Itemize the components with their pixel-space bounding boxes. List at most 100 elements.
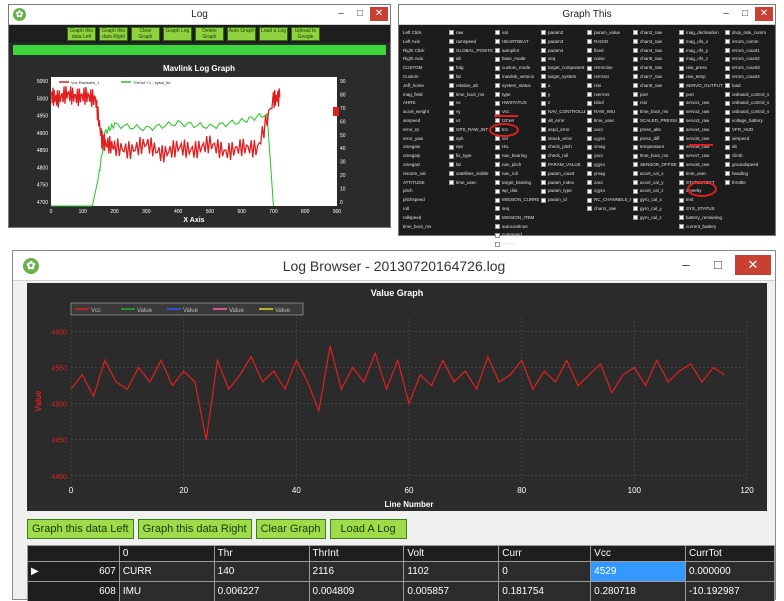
graph-field-checkbox[interactable]: param_id [541,196,585,204]
checkbox-icon[interactable] [449,74,454,79]
graph-field-checkbox[interactable]: nav_pitch [495,161,539,169]
checkbox-icon[interactable] [679,224,684,229]
log-toolbar-button[interactable]: Graph this data Left [67,27,96,41]
graph-field-checkbox[interactable]: vx [449,99,493,107]
checkbox-icon[interactable] [587,127,592,132]
checkbox-icon[interactable] [541,30,546,35]
graph-field-checkbox[interactable]: gyro_cal_x [633,196,677,204]
checkbox-icon[interactable] [541,110,546,115]
graph-field-checkbox[interactable]: rxerrors [587,91,631,99]
checkbox-icon[interactable] [679,57,684,62]
graph-field-checkbox[interactable]: param2 [541,29,585,37]
table-row[interactable]: ▶607 CURR 140 2116 1102 0 4529 0.000000 [28,562,775,582]
checkbox-icon[interactable] [633,30,638,35]
graph-field-checkbox[interactable]: xacc [587,126,631,134]
graph-field-checkbox[interactable]: HEARTBEAT [495,38,539,46]
table-cell[interactable]: 0.005857 [404,582,499,601]
graph-field-checkbox[interactable]: NAV_CONTROLLER_OUTPUT [541,108,585,116]
checkbox-icon[interactable] [449,92,454,97]
graph-field-checkbox[interactable]: nav_roll [495,170,539,178]
graph-field-checkbox[interactable]: xmag [587,143,631,151]
graph-field-checkbox[interactable]: servo4_raw [679,126,723,134]
checkbox-icon[interactable] [633,171,638,176]
graph-field-checkbox[interactable]: mag_ofs_z [679,55,723,63]
log-data-table[interactable]: 0 Thr ThrInt Volt Curr Vcc CurrTot ▶607 … [27,545,775,601]
checkbox-icon[interactable] [679,189,684,194]
checkbox-icon[interactable] [633,83,638,88]
graph-field-checkbox[interactable]: accel_cal_x [633,170,677,178]
checkbox-icon[interactable] [725,118,730,123]
table-cell[interactable]: 0.280718 [591,582,686,601]
checkbox-icon[interactable] [633,145,638,150]
minimize-icon[interactable]: – [671,255,701,275]
checkbox-icon[interactable] [679,136,684,141]
graph-field-checkbox[interactable]: SCALED_PRESSURE [633,117,677,125]
checkbox-icon[interactable] [633,57,638,62]
table-cell[interactable]: 2116 [309,562,404,582]
graph-field-checkbox[interactable]: HWSTATUS [495,99,539,107]
checkbox-icon[interactable] [679,48,684,53]
graph-field-checkbox[interactable]: command [495,231,539,239]
table-row-number[interactable]: ▶607 [28,562,120,582]
checkbox-icon[interactable] [495,74,500,79]
checkbox-icon[interactable] [541,198,546,203]
graph-field-checkbox[interactable]: target_bearing [495,179,539,187]
graph-field-checkbox[interactable]: errors_count1 [725,47,769,55]
checkbox-icon[interactable] [541,39,546,44]
checkbox-icon[interactable] [633,127,638,132]
checkbox-icon[interactable] [449,180,454,185]
table-header[interactable]: Thr [214,546,309,562]
graph-field-checkbox[interactable]: throttle [725,179,769,187]
graph-field-checkbox[interactable]: VFR_HUD [725,126,769,134]
checkbox-icon[interactable] [725,83,730,88]
graph-field-checkbox[interactable]: custom_mode [495,64,539,72]
graph-field-checkbox[interactable]: lat [449,161,493,169]
table-cell[interactable]: IMU [119,582,214,601]
table-header[interactable] [28,546,120,562]
graph-field-checkbox[interactable]: mag_ofs_y [679,47,723,55]
checkbox-icon[interactable] [495,92,500,97]
checkbox-icon[interactable] [541,118,546,123]
checkbox-icon[interactable] [541,189,546,194]
mavlink-log-graph[interactable]: Mavlink Log Graph Vcc Randaim_1ThrOut +1… [13,59,386,225]
checkbox-icon[interactable] [725,145,730,150]
graph-field-checkbox[interactable]: base_mode [495,55,539,63]
checkbox-icon[interactable] [587,83,592,88]
graph-field-checkbox[interactable]: GPS_RAW_INT [449,126,493,134]
checkbox-icon[interactable] [541,127,546,132]
graph-field-checkbox[interactable]: RADIO [587,38,631,46]
graph-field-checkbox[interactable]: raw_press [679,64,723,72]
graph-field-checkbox[interactable]: type [495,91,539,99]
checkbox-icon[interactable] [587,118,592,123]
graph-field-checkbox[interactable]: drop_rate_comm [725,29,769,37]
checkbox-icon[interactable] [449,171,454,176]
checkbox-icon[interactable] [725,162,730,167]
checkbox-icon[interactable] [495,233,500,238]
checkbox-icon[interactable] [449,101,454,106]
log-toolbar-button[interactable]: Delete Graph [195,27,224,41]
checkbox-icon[interactable] [449,145,454,150]
checkbox-icon[interactable] [679,180,684,185]
graph-field-checkbox[interactable]: errors_count2 [725,55,769,63]
checkbox-icon[interactable] [495,224,500,229]
graph-field-checkbox[interactable]: current_battery [679,223,723,231]
graph-field-checkbox[interactable]: target_system [541,73,585,81]
checkbox-icon[interactable] [541,154,546,159]
graph-field-checkbox[interactable]: remrssi [587,73,631,81]
table-cell[interactable]: CURR [119,562,214,582]
graph-field-checkbox[interactable]: onboard_control_sensors_enabled [725,91,769,99]
graph-field-checkbox[interactable]: port [679,91,723,99]
graph-field-checkbox[interactable]: HIL [495,143,539,151]
graph-field-checkbox[interactable]: temperature [633,143,677,151]
graph-field-checkbox[interactable]: seq [495,205,539,213]
graph-field-checkbox[interactable]: param_type [541,187,585,195]
checkbox-icon[interactable] [725,74,730,79]
graph-field-checkbox[interactable]: zgyro [587,187,631,195]
graph-field-checkbox[interactable]: eph [449,135,493,143]
graph-field-checkbox[interactable]: chan2_raw [633,29,677,37]
checkbox-icon[interactable] [495,189,500,194]
checkbox-icon[interactable] [541,136,546,141]
checkbox-icon[interactable] [633,48,638,53]
checkbox-icon[interactable] [587,145,592,150]
graph-field-checkbox[interactable]: param3 [541,38,585,46]
